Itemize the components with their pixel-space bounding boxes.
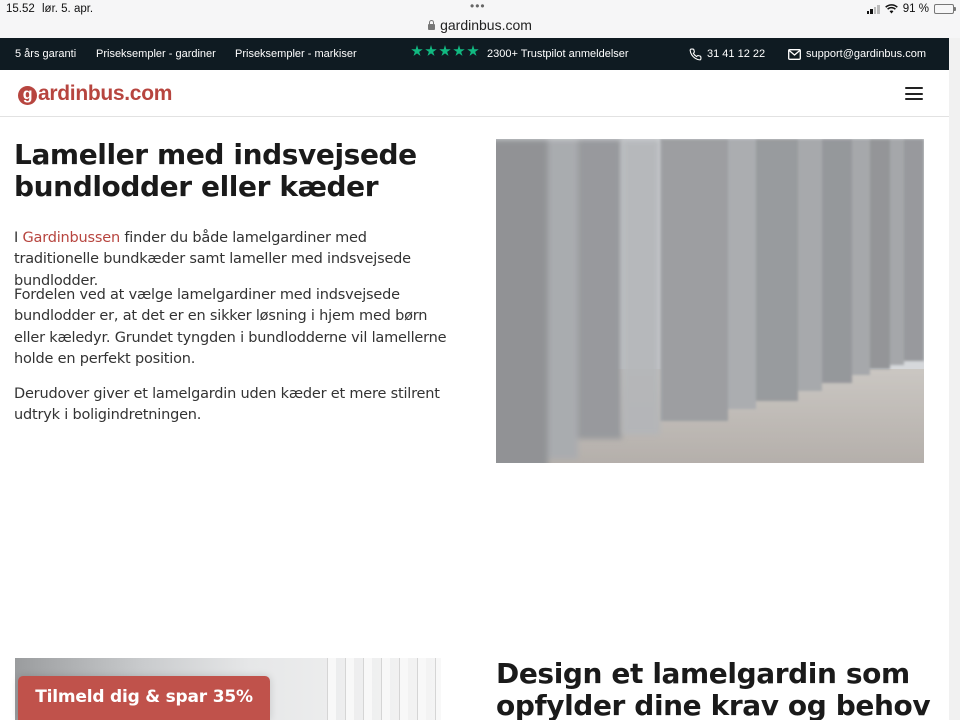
price-examples-curtains-link[interactable]: Priseksempler - gardiner — [96, 48, 216, 60]
logo-initial: g — [18, 86, 37, 105]
star-icon — [439, 45, 451, 56]
intro-prefix: I — [14, 230, 23, 246]
status-date: lør. 5. apr. — [42, 3, 94, 15]
signup-discount-button[interactable]: Tilmeld dig & spar 35% — [18, 676, 270, 720]
guarantee-link[interactable]: 5 års garanti — [15, 48, 76, 60]
site-logo[interactable]: g ardinbus.com — [18, 82, 172, 106]
site-header: g ardinbus.com — [0, 70, 949, 117]
vertical-blinds-photo — [496, 139, 924, 463]
top-info-bar: 5 års garanti Priseksempler - gardiner P… — [0, 38, 949, 70]
intro-paragraph: I Gardinbussen finder du både lamelgardi… — [14, 228, 454, 292]
battery-icon — [934, 4, 956, 14]
scrollbar-track[interactable] — [949, 38, 960, 720]
cellular-signal-icon — [866, 4, 880, 14]
star-icon — [411, 45, 423, 56]
phone-number-link[interactable]: 31 41 12 22 — [707, 48, 765, 60]
address-bar[interactable]: gardinbus.com — [0, 17, 960, 38]
phone-icon — [689, 48, 702, 61]
menu-icon[interactable] — [905, 87, 923, 100]
gardinbussen-link[interactable]: Gardinbussen — [23, 230, 121, 246]
logo-text: ardinbus.com — [38, 82, 173, 105]
lock-icon — [428, 20, 436, 30]
status-time: 15.52 — [6, 3, 35, 15]
wifi-icon — [884, 4, 898, 14]
star-icon — [425, 45, 437, 56]
url-text[interactable]: gardinbus.com — [440, 17, 532, 33]
style-paragraph: Derudover giver et lamelgardin uden kæde… — [14, 386, 440, 424]
star-icon — [453, 45, 465, 56]
email-link[interactable]: support@gardinbus.com — [806, 48, 926, 60]
section-title-design: Design et lamelgardin som opfylder dine … — [496, 657, 931, 720]
page-title: Lameller med indsvejsede bundlodder elle… — [14, 138, 417, 203]
battery-percent: 91 % — [902, 3, 929, 15]
trustpilot-stars[interactable] — [411, 45, 479, 57]
mail-icon — [788, 49, 801, 60]
price-examples-awnings-link[interactable]: Priseksempler - markiser — [235, 48, 357, 60]
trustpilot-reviews-link[interactable]: 2300+ Trustpilot anmeldelser — [487, 48, 629, 60]
benefits-paragraph: Fordelen ved at vælge lamelgardiner med … — [14, 287, 447, 367]
multitasking-dots-icon[interactable]: ••• — [470, 0, 486, 13]
status-right: 91 % — [866, 3, 956, 15]
star-icon — [467, 45, 479, 56]
